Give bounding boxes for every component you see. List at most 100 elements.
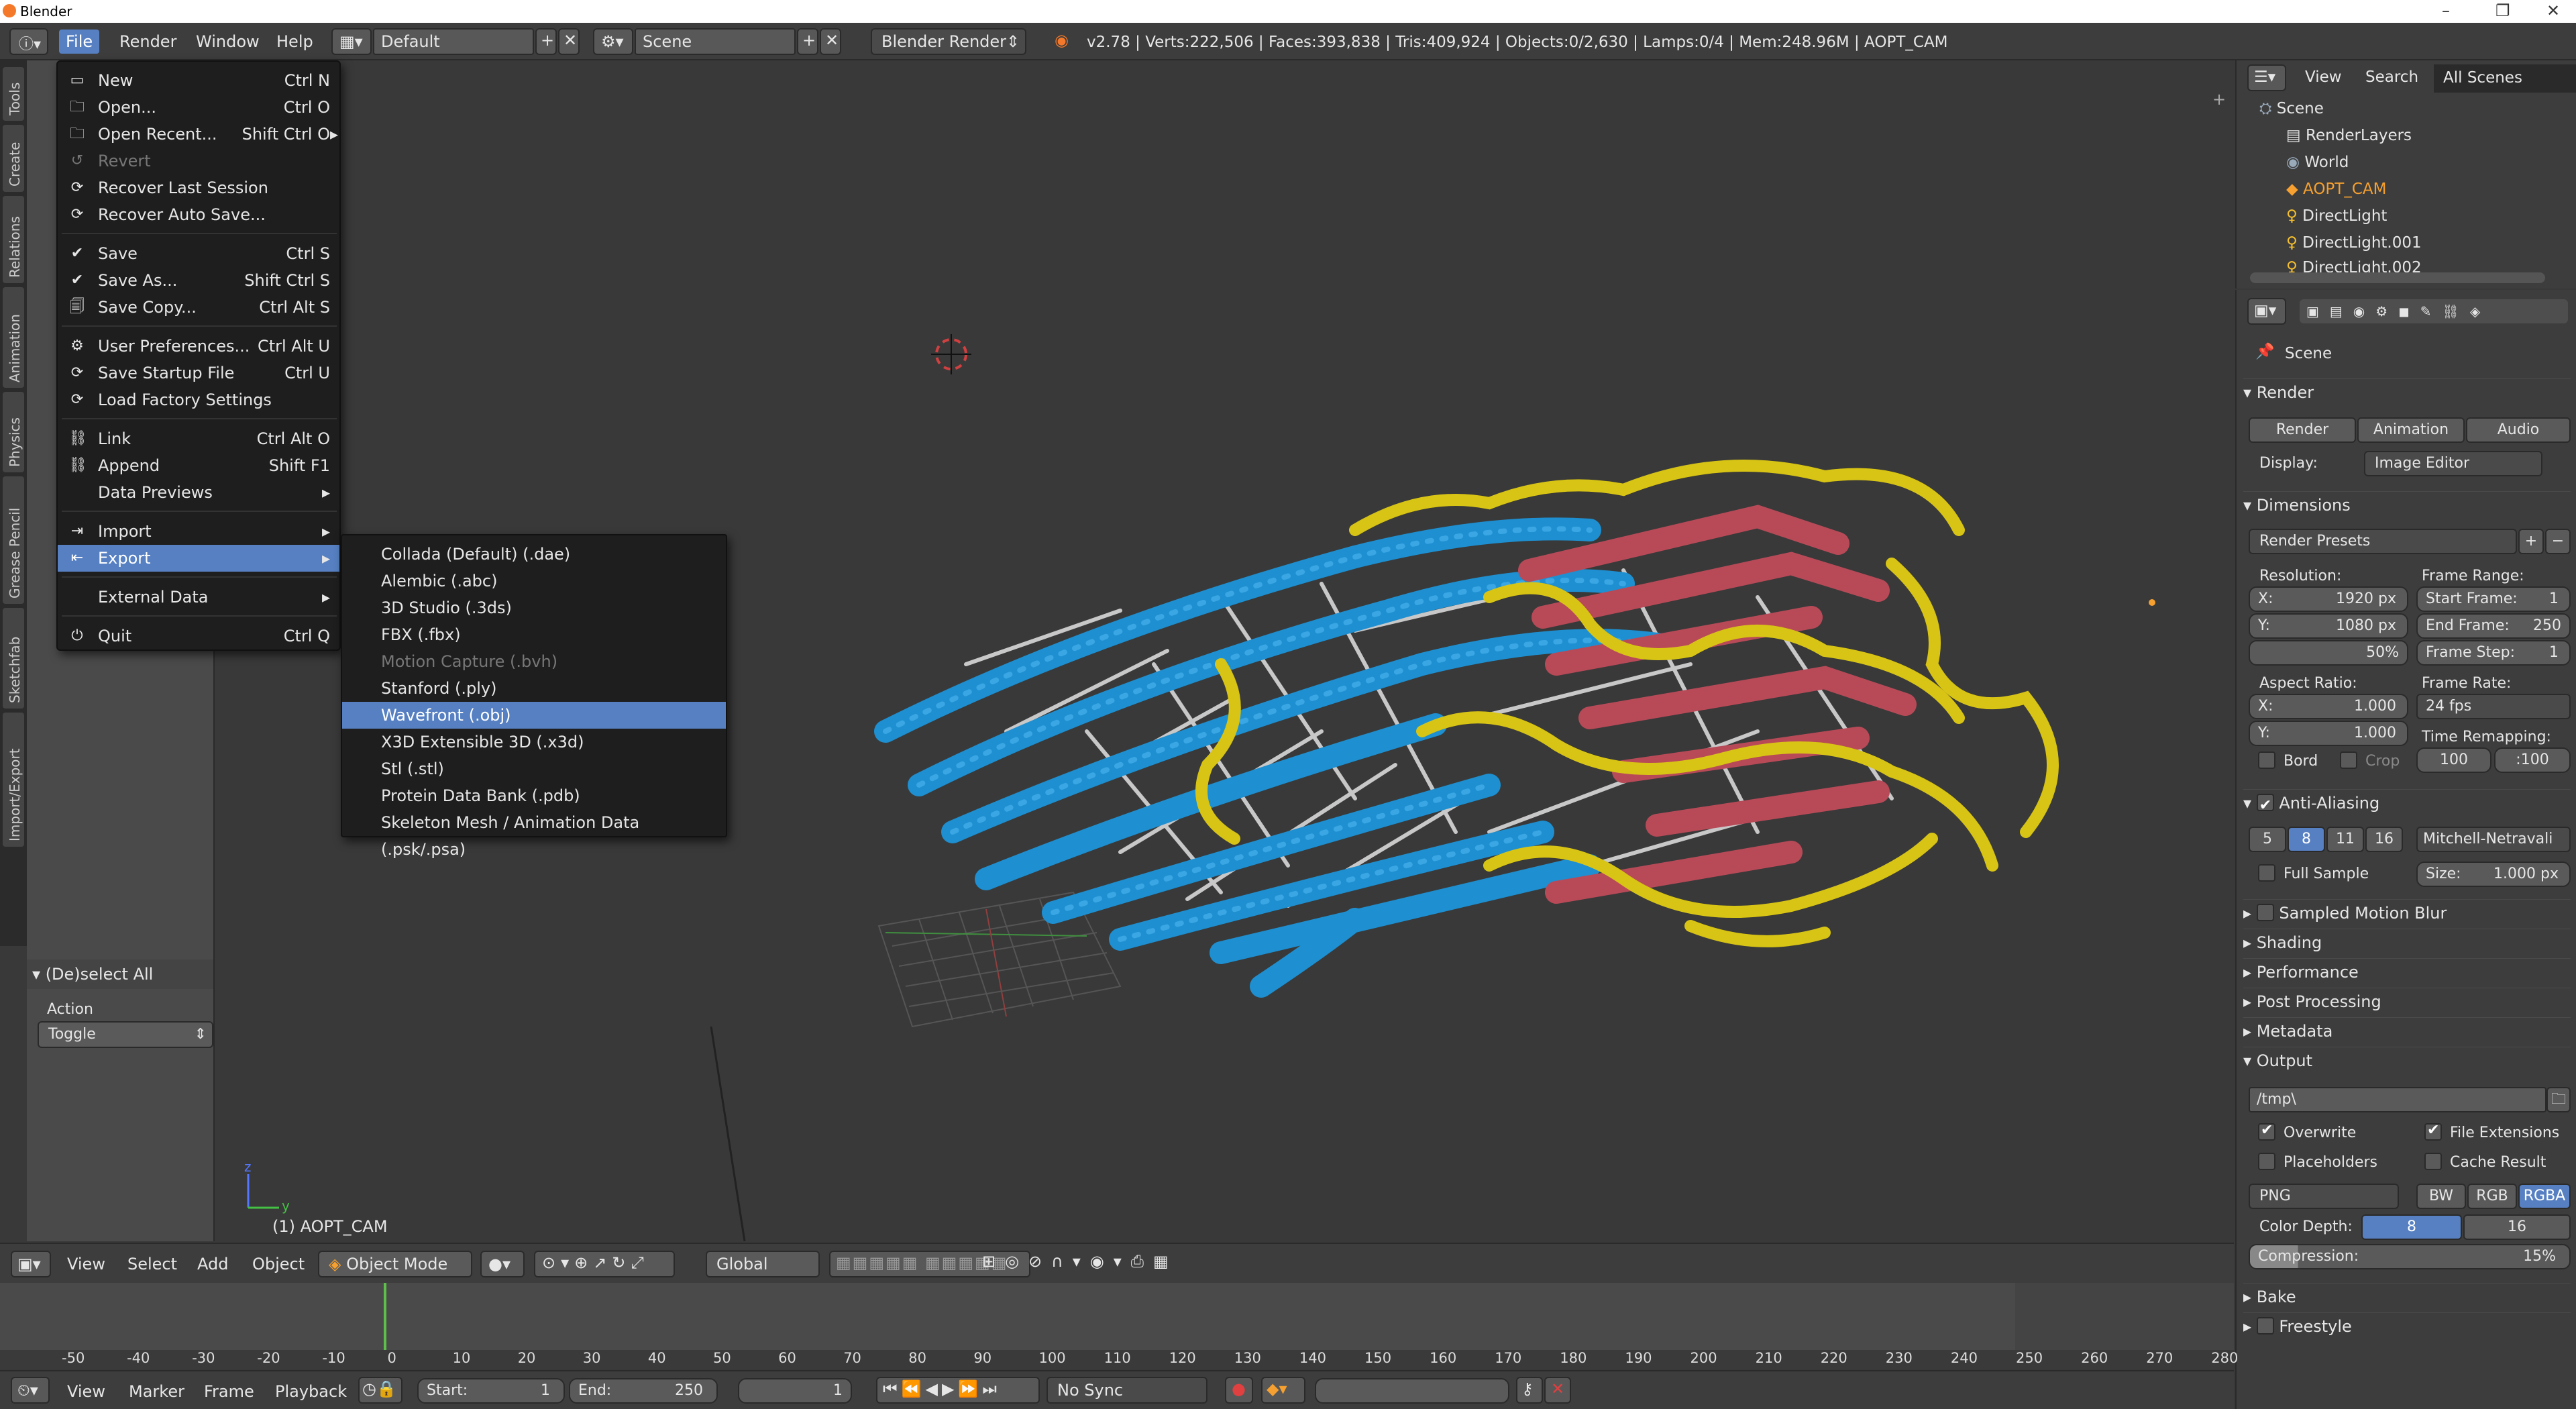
delete-keyframe-icon[interactable]: ✕: [1544, 1377, 1571, 1404]
menu-view[interactable]: View: [67, 1255, 105, 1273]
protein-model[interactable]: [874, 460, 2059, 998]
menu-object[interactable]: Object: [252, 1255, 305, 1273]
timeline-editor-type-icon[interactable]: ⏲▾: [11, 1377, 50, 1404]
playback-controls[interactable]: ⏮⏪◀▶⏩⏭: [876, 1377, 1040, 1404]
placeholders-checkbox[interactable]: [2258, 1153, 2275, 1170]
tab-physics[interactable]: Physics: [3, 392, 24, 472]
file-menu-item-load-factory-settings[interactable]: ⟳ Load Factory Settings: [58, 386, 339, 413]
export-item-stanford-ply[interactable]: Stanford (.ply): [342, 675, 726, 702]
resolution-percentage-field[interactable]: 50%: [2249, 640, 2408, 666]
shading-section-header[interactable]: ▸ Shading: [2243, 929, 2571, 955]
screen-layout-icon[interactable]: ▦▾: [331, 28, 372, 55]
file-menu-item-export[interactable]: ⇤ Export ▸: [58, 545, 339, 572]
scene-name-field[interactable]: Scene: [635, 28, 796, 55]
close-window-icon[interactable]: ✕: [2546, 1, 2560, 20]
add-layout-icon[interactable]: +: [535, 28, 557, 55]
menu-window[interactable]: Window: [189, 30, 266, 54]
cache-result-checkbox[interactable]: [2424, 1153, 2442, 1170]
start-frame-field[interactable]: Start Frame: 1: [2416, 586, 2571, 612]
menu-marker[interactable]: Marker: [129, 1382, 184, 1401]
outliner-row-aopt-cam[interactable]: ◆ AOPT_CAM: [2237, 176, 2572, 203]
outliner-filter-dropdown[interactable]: All Scenes: [2434, 64, 2576, 93]
file-menu-item-append[interactable]: ⛓ Append Shift F1: [58, 452, 339, 479]
crop-checkbox[interactable]: [2340, 751, 2357, 769]
render-presets-dropdown[interactable]: Render Presets: [2249, 529, 2517, 554]
add-scene-icon[interactable]: +: [797, 28, 818, 55]
interaction-mode-dropdown[interactable]: ◈ Object Mode: [318, 1251, 472, 1277]
menu-render[interactable]: Render: [113, 30, 183, 54]
outliner-editor-type-icon[interactable]: ☰▾: [2247, 64, 2286, 91]
menu-select[interactable]: Select: [127, 1255, 177, 1273]
file-menu-item-open[interactable]: 🗀 Open... Ctrl O: [58, 94, 339, 121]
outliner-menu-search[interactable]: Search: [2365, 68, 2418, 86]
animation-button[interactable]: Animation: [2357, 417, 2465, 443]
file-menu-item-save-copy[interactable]: 🗐 Save Copy... Ctrl Alt S: [58, 294, 339, 321]
tab-grease-pencil[interactable]: Grease Pencil: [3, 476, 24, 604]
output-section-header[interactable]: ▾ Output: [2243, 1047, 2571, 1074]
tab-import-export[interactable]: Import/Export: [3, 713, 24, 847]
output-path-field[interactable]: /tmp\: [2249, 1087, 2546, 1112]
anti-aliasing-section-header[interactable]: ▾ Anti-Aliasing: [2243, 789, 2571, 819]
outliner-menu-view[interactable]: View: [2305, 68, 2342, 86]
properties-editor-type-icon[interactable]: ▣▾: [2247, 298, 2286, 325]
start-frame-field[interactable]: Start: 1: [417, 1378, 565, 1404]
outliner-row-directlight-002[interactable]: ♀ DirectLight.002: [2237, 256, 2572, 272]
file-menu-item-new[interactable]: ▭ New Ctrl N: [58, 67, 339, 94]
file-format-dropdown[interactable]: PNG: [2249, 1184, 2399, 1209]
file-menu-item-user-preferences[interactable]: ⚙ User Preferences... Ctrl Alt U: [58, 333, 339, 360]
aa-samples-8[interactable]: 8: [2288, 827, 2325, 852]
dimensions-section-header[interactable]: ▾ Dimensions: [2243, 491, 2571, 518]
resolution-y-field[interactable]: Y: 1080 px: [2249, 613, 2408, 639]
aa-filter-dropdown[interactable]: Mitchell-Netravali: [2416, 827, 2571, 852]
timeline-area[interactable]: -50 -40 -30 -20 -10 0 10 20 30 40 50 60 70 80 90 100 110…: [0, 1283, 2238, 1369]
sampled-motion-blur-section-header[interactable]: ▸ Sampled Motion Blur: [2243, 899, 2571, 926]
outliner-scrollbar[interactable]: [2250, 272, 2545, 283]
file-menu-item-revert[interactable]: ↺ Revert: [58, 148, 339, 174]
export-item-3d-studio-3ds[interactable]: 3D Studio (.3ds): [342, 594, 726, 621]
file-menu-item-link[interactable]: ⛓ Link Ctrl Alt O: [58, 425, 339, 452]
end-frame-field[interactable]: End: 250: [569, 1378, 718, 1404]
menu-playback[interactable]: Playback: [275, 1382, 347, 1401]
file-menu-item-external-data[interactable]: External Data ▸: [58, 584, 339, 611]
insert-keyframe-icon[interactable]: ⚷: [1516, 1377, 1543, 1404]
aspect-y-field[interactable]: Y: 1.000: [2249, 721, 2408, 746]
color-mode-bw[interactable]: BW: [2416, 1184, 2466, 1209]
color-depth-16[interactable]: 16: [2463, 1214, 2571, 1240]
full-sample-checkbox[interactable]: [2258, 864, 2275, 882]
aspect-x-field[interactable]: X: 1.000: [2249, 694, 2408, 719]
layout-name-field[interactable]: Default: [373, 28, 534, 55]
timeline-ruler[interactable]: -50 -40 -30 -20 -10 0 10 20 30 40 50 60 70 80 90 100 110…: [0, 1350, 2238, 1369]
border-checkbox[interactable]: [2258, 751, 2275, 769]
freestyle-section-header[interactable]: ▸ Freestyle: [2243, 1312, 2571, 1339]
file-menu-item-import[interactable]: ⇥ Import ▸: [58, 518, 339, 545]
file-menu-item-quit[interactable]: ⏻ Quit Ctrl Q: [58, 623, 339, 649]
export-item-protein-data-bank-pdb[interactable]: Protein Data Bank (.pdb): [342, 782, 726, 809]
menu-file[interactable]: File: [59, 30, 100, 54]
file-menu-item-save[interactable]: ✔ Save Ctrl S: [58, 240, 339, 267]
pin-icon[interactable]: 📌: [2255, 342, 2275, 360]
audio-button[interactable]: Audio: [2466, 417, 2571, 443]
remap-old-field[interactable]: 100: [2416, 747, 2491, 773]
sync-mode-dropdown[interactable]: No Sync: [1046, 1377, 1208, 1404]
tab-create[interactable]: Create: [3, 125, 24, 192]
render-button[interactable]: Render: [2249, 417, 2356, 443]
resolution-x-field[interactable]: X: 1920 px: [2249, 586, 2408, 612]
outliner-row-directlight[interactable]: ♀ DirectLight: [2237, 203, 2572, 229]
keying-set-icon[interactable]: ◆▾: [1261, 1377, 1305, 1404]
editor-type-icon[interactable]: ⓘ▾: [9, 28, 48, 55]
end-frame-field[interactable]: End Frame: 250: [2416, 613, 2571, 639]
performance-section-header[interactable]: ▸ Performance: [2243, 958, 2571, 985]
overwrite-checkbox[interactable]: [2258, 1122, 2275, 1141]
snap-render-icons[interactable]: ⊞◎⊘∩▾◉▾⎙▦: [975, 1251, 1210, 1277]
aa-samples-11[interactable]: 11: [2326, 827, 2364, 852]
file-menu-item-save-as[interactable]: ✔ Save As... Shift Ctrl S: [58, 267, 339, 294]
motion-blur-checkbox[interactable]: [2256, 904, 2274, 921]
keying-set-field[interactable]: [1315, 1378, 1509, 1404]
action-dropdown[interactable]: Toggle ⇕: [38, 1021, 213, 1048]
tab-relations[interactable]: Relations: [3, 196, 24, 283]
properties-context-tabs[interactable]: ▣▤◉⚙◼✎⛓◈: [2300, 299, 2568, 323]
color-depth-8[interactable]: 8: [2361, 1214, 2462, 1240]
export-item-stl-stl[interactable]: Stl (.stl): [342, 755, 726, 782]
export-item-alembic-abc[interactable]: Alembic (.abc): [342, 568, 726, 594]
export-item-wavefront-obj[interactable]: Wavefront (.obj): [342, 702, 726, 729]
